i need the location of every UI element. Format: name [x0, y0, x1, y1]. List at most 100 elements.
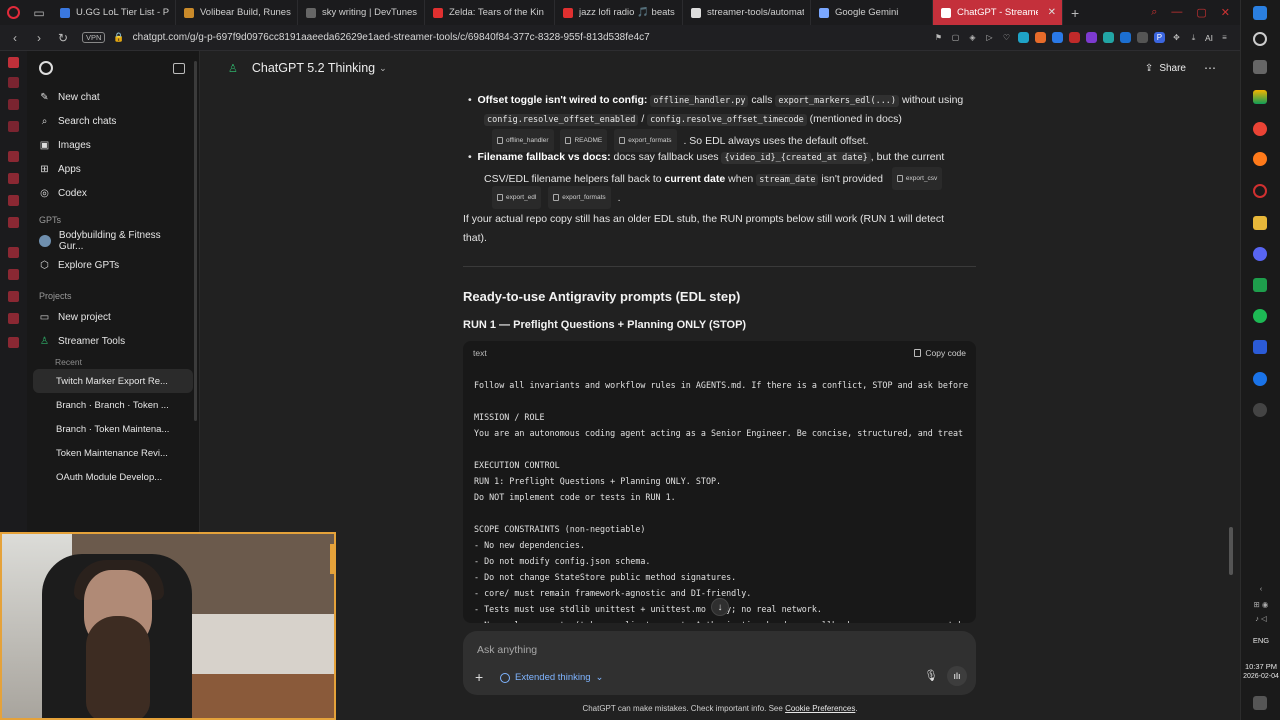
sidebar-project-streamer-tools[interactable]: ♙ Streamer Tools: [27, 329, 199, 353]
shield-icon[interactable]: ◈: [967, 32, 978, 43]
rail-youtube-icon[interactable]: [8, 217, 19, 228]
tray-chevron-icon[interactable]: ‹: [1241, 584, 1280, 593]
sidebar-new-project[interactable]: ▭ New project: [27, 305, 199, 329]
language-indicator[interactable]: ENG: [1241, 636, 1280, 645]
recent-chat-item[interactable]: Branch · Token Maintena...: [27, 417, 199, 441]
app-spotify-icon[interactable]: [1253, 309, 1267, 323]
citation-chip[interactable]: export_formats: [548, 186, 611, 209]
microphone-icon[interactable]: 🎙: [924, 669, 938, 682]
close-tab-icon[interactable]: ✕: [1048, 7, 1056, 18]
windows-start-icon[interactable]: [1253, 6, 1267, 20]
sidebar-item-images[interactable]: ▣ Images: [27, 133, 199, 157]
rail-app-3-icon[interactable]: [8, 121, 19, 132]
search-icon[interactable]: [1253, 32, 1267, 46]
download-icon[interactable]: ⤓: [1188, 32, 1199, 43]
more-options-icon[interactable]: ⋯: [1204, 61, 1216, 75]
app-discord-icon[interactable]: [1253, 247, 1267, 261]
profile-icon[interactable]: P: [1153, 32, 1165, 43]
code-content[interactable]: Follow all invariants and workflow rules…: [463, 365, 976, 623]
cookie-preferences-link[interactable]: Cookie Preferences: [785, 704, 855, 713]
project-icon[interactable]: ♙: [228, 62, 238, 75]
lock-icon[interactable]: 🔒: [113, 32, 124, 43]
copy-code-button[interactable]: Copy code: [914, 348, 966, 358]
rail-app-2-icon[interactable]: [8, 99, 19, 110]
chatgpt-logo-icon[interactable]: [39, 61, 53, 75]
scroll-to-bottom-button[interactable]: ↓: [711, 598, 729, 616]
rail-messenger-icon[interactable]: [8, 247, 19, 258]
clock-time[interactable]: 10:37 PM: [1241, 662, 1280, 671]
voice-mode-button[interactable]: ılı: [947, 666, 967, 686]
rail-home-icon[interactable]: [8, 57, 19, 68]
sidebar-scrollbar[interactable]: [194, 61, 197, 421]
add-attachment-icon[interactable]: +: [475, 669, 483, 685]
bookmark-icon[interactable]: ⚑: [933, 32, 944, 43]
rail-history-icon[interactable]: [8, 269, 19, 280]
recent-chat-item[interactable]: Branch · Branch · Token ...: [27, 393, 199, 417]
rail-clock-icon[interactable]: [8, 291, 19, 302]
forward-icon[interactable]: ›: [30, 31, 48, 45]
play-icon[interactable]: ▷: [984, 32, 995, 43]
extension-5-icon[interactable]: [1085, 32, 1097, 43]
app-maps-icon[interactable]: [1253, 372, 1267, 386]
close-window-icon[interactable]: ✕: [1221, 6, 1230, 19]
app-explorer-icon[interactable]: [1253, 216, 1267, 230]
extension-7-icon[interactable]: [1119, 32, 1131, 43]
app-chrome-icon[interactable]: [1253, 122, 1267, 136]
camera-icon[interactable]: ▢: [950, 32, 961, 43]
recent-chat-item[interactable]: Token Maintenance Revi...: [27, 441, 199, 465]
app-opera-icon[interactable]: [1253, 184, 1267, 198]
rail-bookmarks-icon[interactable]: [8, 313, 19, 324]
tray-icons[interactable]: ⊞ ◉: [1241, 600, 1280, 609]
url-field[interactable]: chatgpt.com/g/g-p-697f9d0976cc8191aaeeda…: [133, 32, 650, 43]
sidebar-item-apps[interactable]: ⊞ Apps: [27, 157, 199, 181]
rail-app-1-icon[interactable]: [8, 77, 19, 88]
extension-3-icon[interactable]: [1051, 32, 1063, 43]
vpn-badge[interactable]: VPN: [82, 32, 106, 43]
app-copilot-icon[interactable]: [1253, 90, 1267, 104]
rail-x-icon[interactable]: [8, 195, 19, 206]
reload-icon[interactable]: ↻: [54, 31, 72, 45]
extension-2-icon[interactable]: [1034, 32, 1046, 43]
browser-tab[interactable]: Volibear Build, Runes & C: [176, 0, 298, 25]
recent-chat-item[interactable]: OAuth Module Develop...: [27, 465, 199, 489]
sidebar-item-new-chat[interactable]: ✎ New chat: [27, 85, 199, 109]
notifications-icon[interactable]: [1253, 696, 1267, 710]
browser-tab[interactable]: sky writing | DevTunes FM: [298, 0, 425, 25]
volume-icon[interactable]: ♪ ◁: [1241, 614, 1280, 623]
sidebar-gpt-bodybuilding[interactable]: Bodybuilding & Fitness Gur...: [27, 229, 199, 253]
rail-twitch-icon[interactable]: [8, 151, 19, 162]
sidebar-toggle-icon[interactable]: [173, 62, 185, 74]
browser-tab[interactable]: Google Gemini: [811, 0, 933, 25]
sidebar-explore-gpts[interactable]: ⬡ Explore GPTs: [27, 253, 199, 277]
heart-icon[interactable]: ♡: [1001, 32, 1012, 43]
back-icon[interactable]: ‹: [6, 31, 24, 45]
composer-input[interactable]: Ask anything: [477, 644, 537, 656]
app-antigravity-icon[interactable]: [1253, 340, 1267, 354]
task-view-icon[interactable]: [1253, 60, 1267, 74]
puzzle-icon[interactable]: ✥: [1171, 32, 1182, 43]
menu-icon[interactable]: ≡: [1219, 32, 1230, 43]
extension-8-icon[interactable]: [1136, 32, 1148, 43]
app-sheets-icon[interactable]: [1253, 278, 1267, 292]
recent-chat-item[interactable]: Twitch Marker Export Re...: [33, 369, 193, 393]
clock-date[interactable]: 2026-02-04: [1241, 673, 1280, 680]
share-button[interactable]: ⇪ Share: [1145, 63, 1186, 74]
sidebar-item-search-chats[interactable]: ⌕ Search chats: [27, 109, 199, 133]
composer[interactable]: Ask anything + Extended thinking ⌄ 🎙 ılı: [463, 631, 976, 695]
opera-menu-icon[interactable]: [0, 0, 26, 25]
browser-tab[interactable]: ChatGPT - Streamer Tools ✕: [933, 0, 1063, 25]
citation-chip[interactable]: export_edl: [492, 186, 542, 209]
search-tabs-icon[interactable]: ⌕: [1151, 6, 1157, 19]
extension-6-icon[interactable]: [1102, 32, 1114, 43]
minimize-icon[interactable]: —: [1171, 6, 1182, 19]
model-selector[interactable]: ChatGPT 5.2 Thinking ⌄: [252, 61, 387, 75]
citation-chip[interactable]: export_csv: [891, 167, 943, 190]
main-scrollbar[interactable]: [1229, 527, 1233, 575]
sidebar-item-codex[interactable]: ◎ Codex: [27, 181, 199, 205]
extension-1-icon[interactable]: [1017, 32, 1029, 43]
extension-4-icon[interactable]: [1068, 32, 1080, 43]
rail-instagram-icon[interactable]: [8, 173, 19, 184]
extended-thinking-button[interactable]: Extended thinking ⌄: [500, 672, 604, 683]
browser-tab[interactable]: streamer-tools/automatic: [683, 0, 811, 25]
maximize-icon[interactable]: ▢: [1196, 6, 1206, 19]
